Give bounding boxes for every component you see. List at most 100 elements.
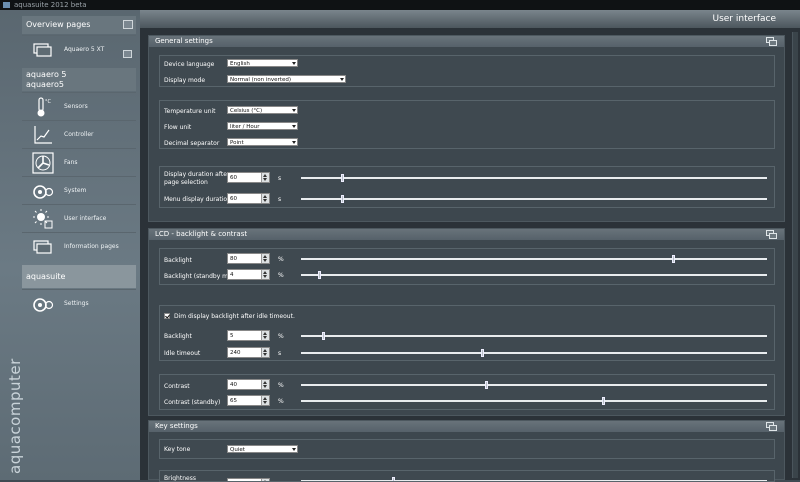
brightness-spinbox[interactable]: 20 xyxy=(227,478,270,481)
temperature-unit-select[interactable]: Celsius (°C) xyxy=(227,106,298,114)
arrow-up-icon[interactable] xyxy=(263,271,267,274)
pages-icon xyxy=(33,43,52,57)
sidebar-item-system[interactable]: System xyxy=(22,176,136,204)
device-subtitle: aquaero5 xyxy=(26,80,64,89)
spin-buttons[interactable] xyxy=(261,173,269,182)
overview-view-icon[interactable] xyxy=(123,20,133,29)
window-titlebar: aquasuite 2012 beta xyxy=(0,0,800,10)
backlight-standby-spinbox[interactable]: 4 xyxy=(227,269,270,280)
spin-buttons[interactable] xyxy=(261,396,269,405)
display-duration-label-2: page selection xyxy=(164,179,208,186)
dim-checkbox[interactable] xyxy=(164,313,170,319)
slider-knob[interactable] xyxy=(485,381,489,389)
arrow-down-icon[interactable] xyxy=(263,401,267,404)
backlight-standby-slider[interactable] xyxy=(301,271,767,279)
spin-buttons[interactable] xyxy=(261,194,269,203)
sidebar-item-aquaero-5-xt[interactable]: Aquaero 5 XT xyxy=(22,35,136,63)
collapse-icon[interactable] xyxy=(766,422,778,431)
arrow-down-icon[interactable] xyxy=(263,353,267,356)
slider-knob[interactable] xyxy=(322,332,326,340)
slider-knob[interactable] xyxy=(340,195,344,203)
key-settings-section: Key settings Key tone Quiet Brightness 2… xyxy=(148,420,785,482)
brand-logo: aquacomputer xyxy=(2,320,24,480)
sidebar-item-sensors[interactable]: °C Sensors xyxy=(22,92,136,120)
idle-timeout-spinbox[interactable]: 240 xyxy=(227,347,270,358)
idle-timeout-label: Idle timeout xyxy=(164,350,201,357)
collapse-icon[interactable] xyxy=(766,37,778,46)
sidebar-item-controller[interactable]: Controller xyxy=(22,120,136,148)
spin-buttons[interactable] xyxy=(261,348,269,357)
sidebar-device-header[interactable]: aquaero 5 aquaero5 xyxy=(22,68,136,91)
backlight-label: Backlight xyxy=(164,257,192,264)
flow-unit-select[interactable]: liter / Hour xyxy=(227,122,298,130)
spin-value: 80 xyxy=(230,256,237,262)
sidebar-item-fans[interactable]: Fans xyxy=(22,148,136,176)
menu-display-duration-slider[interactable] xyxy=(301,195,767,203)
chevron-down-icon xyxy=(292,448,296,451)
slider-knob[interactable] xyxy=(671,255,675,263)
sidebar-item-user-interface[interactable]: User interface xyxy=(22,204,136,232)
dim-backlight-spinbox[interactable]: 5 xyxy=(227,330,270,341)
menu-display-duration-label: Menu display duration xyxy=(164,196,231,203)
contrast-standby-spinbox[interactable]: 65 xyxy=(227,395,270,406)
key-tone-select[interactable]: Quiet xyxy=(227,445,298,453)
arrow-up-icon[interactable] xyxy=(263,255,267,258)
display-duration-spinbox[interactable]: 60 xyxy=(227,172,270,183)
arrow-down-icon[interactable] xyxy=(263,275,267,278)
arrow-up-icon[interactable] xyxy=(263,381,267,384)
language-group: Device language English Display mode Nor… xyxy=(159,55,775,87)
dim-group: Dim display backlight after idle timeout… xyxy=(159,305,775,361)
arrow-up-icon[interactable] xyxy=(263,332,267,335)
backlight-spinbox[interactable]: 80 xyxy=(227,253,270,264)
arrow-up-icon[interactable] xyxy=(263,349,267,352)
device-language-select[interactable]: English xyxy=(227,59,298,67)
slider-knob[interactable] xyxy=(601,397,605,405)
sidebar-item-label: Fans xyxy=(64,159,78,166)
dim-backlight-slider[interactable] xyxy=(301,332,767,340)
sidebar-item-settings[interactable]: Settings xyxy=(22,289,136,317)
display-duration-slider[interactable] xyxy=(301,174,767,182)
item-view-icon[interactable] xyxy=(123,50,132,58)
spin-buttons[interactable] xyxy=(261,380,269,389)
menu-display-duration-spinbox[interactable]: 60 xyxy=(227,193,270,204)
select-value: English xyxy=(230,61,250,67)
key-tone-label: Key tone xyxy=(164,446,191,453)
sidebar-aquasuite-header[interactable]: aquasuite xyxy=(22,265,136,288)
select-value: Point xyxy=(230,140,244,146)
slider-knob[interactable] xyxy=(480,349,484,357)
spin-buttons[interactable] xyxy=(261,331,269,340)
arrow-up-icon[interactable] xyxy=(263,397,267,400)
svg-text:°C: °C xyxy=(45,99,52,105)
unit-label: % xyxy=(278,272,284,279)
slider-knob[interactable] xyxy=(340,174,344,182)
slider-knob[interactable] xyxy=(317,271,321,279)
arrow-down-icon[interactable] xyxy=(263,199,267,202)
arrow-up-icon[interactable] xyxy=(263,195,267,198)
decimal-separator-select[interactable]: Point xyxy=(227,138,298,146)
scrollbar-thumb[interactable] xyxy=(792,32,798,478)
contrast-slider[interactable] xyxy=(301,381,767,389)
sidebar-item-label: Controller xyxy=(64,131,94,138)
contrast-spinbox[interactable]: 40 xyxy=(227,379,270,390)
collapse-icon[interactable] xyxy=(766,230,778,239)
sidebar-item-information-pages[interactable]: Information pages xyxy=(22,232,136,260)
arrow-down-icon[interactable] xyxy=(263,336,267,339)
units-group: Temperature unit Celsius (°C) Flow unit … xyxy=(159,100,775,149)
spin-buttons[interactable] xyxy=(261,254,269,263)
arrow-down-icon[interactable] xyxy=(263,178,267,181)
brightness-icon xyxy=(33,209,53,229)
arrow-up-icon[interactable] xyxy=(263,174,267,177)
spin-buttons[interactable] xyxy=(261,270,269,279)
select-value: liter / Hour xyxy=(230,124,260,130)
arrow-down-icon[interactable] xyxy=(263,259,267,262)
backlight-slider[interactable] xyxy=(301,255,767,263)
app-icon xyxy=(3,2,10,8)
unit-label: % xyxy=(278,256,284,263)
display-mode-select[interactable]: Normal (non inverted) xyxy=(227,75,346,83)
temperature-unit-label: Temperature unit xyxy=(164,108,216,115)
idle-timeout-slider[interactable] xyxy=(301,349,767,357)
contrast-standby-slider[interactable] xyxy=(301,397,767,405)
arrow-down-icon[interactable] xyxy=(263,385,267,388)
sidebar-overview-header[interactable]: Overview pages xyxy=(22,16,136,34)
vertical-scrollbar[interactable] xyxy=(790,28,800,480)
